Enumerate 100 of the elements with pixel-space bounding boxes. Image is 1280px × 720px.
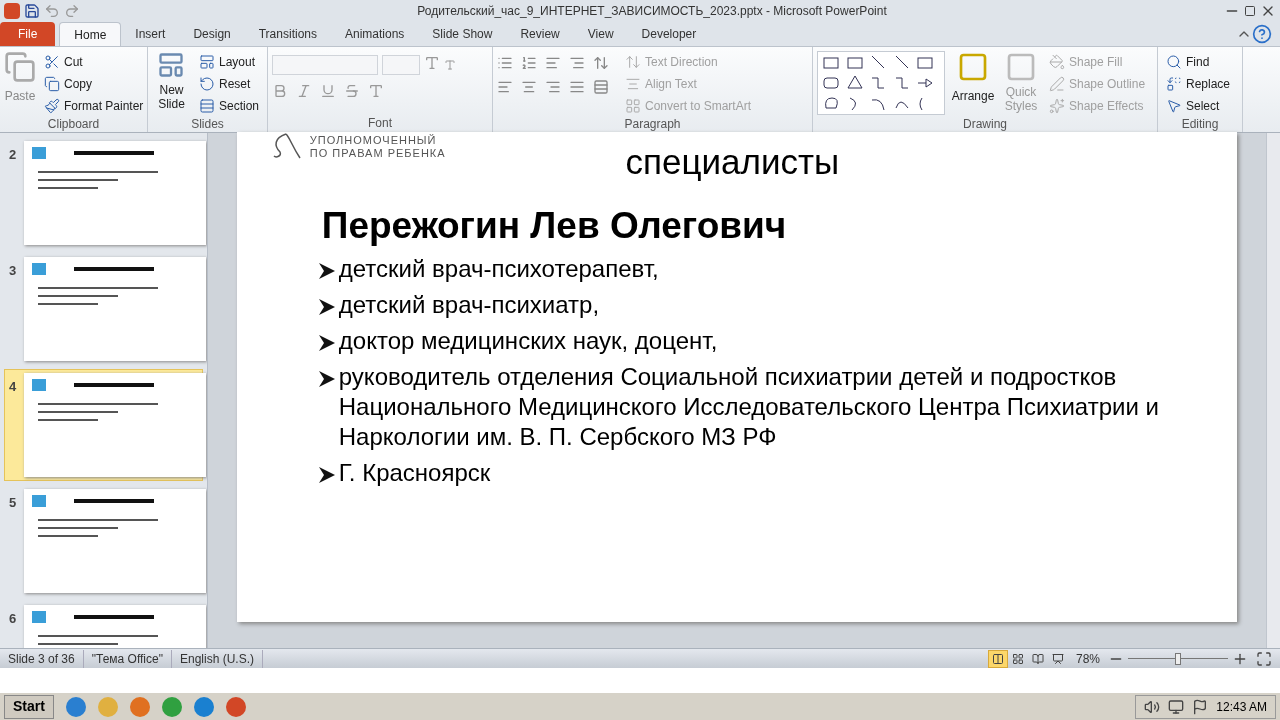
- slide-thumbnail[interactable]: [24, 489, 207, 593]
- window-title: Родительский_час_9_ИНТЕРНЕТ_ЗАВИСИМОСТЬ_2023.pptx - Microsoft PowerPoint: [416, 3, 888, 20]
- button-icon: [625, 54, 641, 70]
- zoom-thumb[interactable]: [1175, 652, 1181, 665]
- ribbon-tab[interactable]: Developer: [627, 22, 711, 46]
- format-icon[interactable]: [368, 83, 384, 99]
- slide-thumbnail-row[interactable]: 2: [4, 137, 203, 249]
- ribbon-button[interactable]: Copy: [40, 73, 148, 95]
- slide-number: 5: [9, 494, 17, 512]
- slide-thumbnail[interactable]: [24, 141, 207, 245]
- button-icon: [1166, 54, 1182, 70]
- button-icon: [625, 98, 641, 114]
- group-label: Drawing: [962, 117, 1008, 132]
- font-name-field[interactable]: [272, 55, 378, 75]
- button-icon: [198, 98, 215, 114]
- ribbon-button[interactable]: Reset: [194, 73, 263, 95]
- quick-styles-icon: [1005, 51, 1037, 83]
- ribbon-button[interactable]: Cut: [40, 51, 148, 73]
- format-icon[interactable]: [344, 83, 360, 99]
- taskbar-app-icon[interactable]: [129, 696, 150, 717]
- status-text: "Тема Office": [83, 649, 172, 668]
- grow-font-icon[interactable]: [424, 55, 440, 71]
- ribbon-tab[interactable]: Transitions: [244, 22, 331, 46]
- help-icon[interactable]: [1252, 24, 1272, 44]
- slide-thumbnail-row[interactable]: 3: [4, 253, 203, 365]
- view-button[interactable]: [987, 649, 1008, 668]
- slide-thumbnail[interactable]: [24, 373, 207, 477]
- taskbar-app-icon[interactable]: [161, 696, 182, 717]
- font-size-field[interactable]: [382, 55, 420, 75]
- start-button[interactable]: Start: [4, 694, 54, 719]
- ribbon-button[interactable]: Section: [194, 95, 263, 117]
- arrow-bullet-icon: [316, 261, 337, 281]
- arrow-bullet-icon: [316, 465, 337, 485]
- bullet-text: детский врач-психотерапевт,: [338, 254, 659, 284]
- ribbon-button[interactable]: Layout: [194, 51, 263, 73]
- slide-thumbnail-row[interactable]: 5: [4, 485, 203, 597]
- zoom-level[interactable]: 78%: [1075, 649, 1100, 668]
- save-icon[interactable]: [24, 3, 40, 19]
- slide-thumbnail[interactable]: [24, 257, 207, 361]
- view-icon: [1031, 652, 1044, 665]
- shapes-gallery[interactable]: [817, 51, 945, 115]
- ribbon-button[interactable]: Replace: [1162, 73, 1235, 95]
- alignment-icon[interactable]: [521, 79, 537, 95]
- alignment-icon[interactable]: [593, 79, 609, 95]
- slide-canvas[interactable]: [236, 132, 1237, 622]
- bullet-text: детский врач-психиатр,: [338, 290, 600, 320]
- ribbon-tab[interactable]: Animations: [331, 22, 419, 46]
- button-icon: [44, 98, 60, 114]
- format-icon[interactable]: [296, 83, 312, 99]
- ribbon-button[interactable]: Find: [1162, 51, 1235, 73]
- paragraph-icon[interactable]: [497, 55, 513, 71]
- taskbar-app-icon[interactable]: [193, 696, 214, 717]
- slide-thumbnail-row[interactable]: 6: [4, 601, 203, 648]
- status-text: English (U.S.): [171, 649, 263, 668]
- flag-icon[interactable]: [1192, 698, 1209, 715]
- ribbon-tab[interactable]: Slide Show: [418, 22, 507, 46]
- alignment-icon[interactable]: [497, 79, 513, 95]
- arrange-button[interactable]: Arrange: [949, 51, 997, 117]
- file-tab[interactable]: File: [0, 22, 56, 46]
- slide-thumbnail-row[interactable]: 4: [4, 369, 203, 481]
- zoom-slider[interactable]: [1128, 651, 1228, 666]
- button-icon: [1049, 98, 1065, 114]
- fit-window-icon[interactable]: [1256, 650, 1272, 667]
- ribbon-tab[interactable]: Review: [506, 22, 574, 46]
- format-icon[interactable]: [272, 83, 288, 99]
- arrange-icon: [957, 51, 989, 83]
- paragraph-icon[interactable]: [521, 55, 537, 71]
- slide-number: 3: [9, 262, 17, 280]
- alignment-icon[interactable]: [545, 79, 561, 95]
- view-icon: [1051, 652, 1064, 665]
- arrow-bullet-icon: [316, 369, 337, 389]
- button-icon: [44, 54, 60, 70]
- group-label: Slides: [190, 117, 225, 132]
- restore-icon[interactable]: [1244, 5, 1256, 17]
- format-icon[interactable]: [320, 83, 336, 99]
- group-label: Editing: [1180, 117, 1220, 132]
- button-icon: [44, 76, 60, 92]
- ribbon-tab[interactable]: Design: [179, 22, 245, 46]
- taskbar-app-icon[interactable]: [65, 696, 86, 717]
- taskbar-app-icon[interactable]: [225, 696, 246, 717]
- paragraph-icon[interactable]: [569, 55, 585, 71]
- volume-icon[interactable]: [1144, 698, 1161, 715]
- group-label: Clipboard: [46, 117, 101, 132]
- ribbon-button[interactable]: Select: [1162, 95, 1235, 117]
- ribbon-tab[interactable]: Insert: [121, 22, 180, 46]
- slide-number: 2: [9, 146, 17, 164]
- ribbon-tab[interactable]: Home: [59, 22, 122, 46]
- button-icon: [1166, 76, 1182, 92]
- network-icon[interactable]: [1168, 698, 1185, 715]
- shrink-font-icon[interactable]: [444, 59, 456, 71]
- slide-number: 4: [9, 378, 17, 396]
- paragraph-icon[interactable]: [593, 55, 609, 71]
- ribbon-tab[interactable]: View: [573, 22, 628, 46]
- new-slide-button[interactable]: New Slide: [152, 51, 191, 117]
- clock: 12:43 AM: [1216, 698, 1267, 716]
- paragraph-icon[interactable]: [545, 55, 561, 71]
- ribbon-button[interactable]: Format Painter: [40, 95, 148, 117]
- redo-icon[interactable]: [64, 3, 80, 19]
- alignment-icon[interactable]: [569, 79, 585, 95]
- button-icon: [1166, 98, 1182, 114]
